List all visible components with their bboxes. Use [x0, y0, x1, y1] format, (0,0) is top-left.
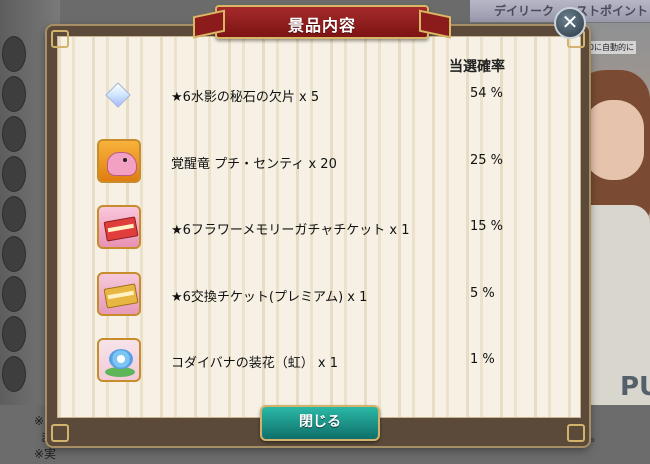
prize-row: コダイバナの装花（虹） x 1 1 % — [97, 338, 517, 384]
frame-corner — [51, 424, 69, 442]
frame-corner — [567, 424, 585, 442]
prize-row: ★6フラワーメモリーガチャチケット x 1 15 % — [97, 205, 517, 251]
flower-icon — [97, 338, 141, 382]
ticket-icon — [97, 272, 141, 316]
prize-name: 覚醒竜 プチ・センティ x 20 — [171, 157, 337, 172]
character-face — [584, 100, 644, 180]
ticket-icon — [97, 205, 141, 249]
prize-rate: 1 % — [470, 352, 495, 367]
prize-rate: 5 % — [470, 286, 495, 301]
prize-name: コダイバナの装花（虹） x 1 — [171, 356, 338, 371]
background-bubble — [2, 316, 26, 352]
prize-name: ★6交換チケット(プレミアム) x 1 — [171, 290, 368, 305]
background-note: ※実 — [34, 447, 57, 461]
background-bubble — [2, 116, 26, 152]
background-bubble — [2, 356, 26, 392]
dialog-title-banner: 景品内容 — [215, 5, 429, 39]
dragon-icon — [97, 139, 141, 183]
background-bubble — [2, 156, 26, 192]
background-bubble — [2, 196, 26, 232]
prize-row: 覚醒竜 プチ・センティ x 20 25 % — [97, 139, 517, 185]
prize-name: ★6フラワーメモリーガチャチケット x 1 — [171, 223, 410, 238]
background-bubble — [2, 76, 26, 112]
crystal-icon — [97, 72, 141, 116]
close-icon[interactable]: ✕ — [554, 7, 586, 39]
frame-corner — [51, 30, 69, 48]
close-button[interactable]: 閉じる — [260, 405, 380, 441]
pickup-badge: PU — [620, 372, 650, 402]
prize-rate: 15 % — [470, 219, 504, 234]
prize-rate: 25 % — [470, 153, 504, 168]
prize-name: ★6水影の秘石の欠片 x 5 — [171, 90, 320, 105]
prize-row: ★6交換チケット(プレミアム) x 1 5 % — [97, 272, 517, 318]
background-bubble — [2, 276, 26, 312]
background-bubble — [2, 236, 26, 272]
prize-row: ★6水影の秘石の欠片 x 5 54 % — [97, 72, 517, 118]
prize-rate: 54 % — [470, 86, 504, 101]
background-bubble — [2, 36, 26, 72]
dialog-title: 景品内容 — [287, 16, 356, 35]
